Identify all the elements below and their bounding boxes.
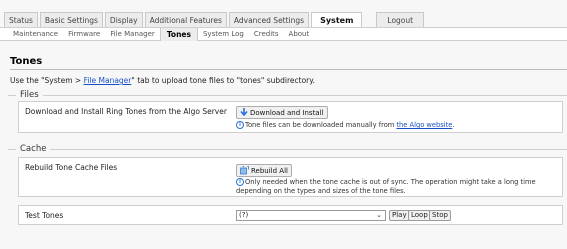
intro-suffix: " tab to upload tone files to "tones" su… — [131, 76, 316, 85]
subtab-file-manager[interactable]: File Manager — [105, 28, 160, 41]
cache-legend: Cache — [16, 144, 51, 154]
subtab-about[interactable]: About — [284, 28, 315, 41]
subtab-firmware[interactable]: Firmware — [63, 28, 105, 41]
tone-select[interactable]: (?) ⌄ — [236, 210, 386, 221]
rebuild-hint: i Only needed when the tone cache is out … — [236, 178, 556, 196]
intro-text: Use the "System > File Manager" tab to u… — [10, 76, 315, 85]
play-button[interactable]: Play — [389, 210, 410, 221]
subtab-tones[interactable]: Tones — [159, 28, 198, 41]
subtab-maintenance[interactable]: Maintenance — [8, 28, 63, 41]
subtab-system-log[interactable]: System Log — [198, 28, 249, 41]
tab-additional-features[interactable]: Additional Features — [144, 12, 227, 27]
info-icon: i — [236, 121, 244, 129]
download-arrow-icon — [240, 108, 248, 117]
rebuild-icon — [240, 166, 249, 175]
rebuild-all-button[interactable]: Rebuild All — [236, 164, 292, 177]
rebuild-hint-text: Only needed when the tone cache is out o… — [236, 178, 536, 195]
top-navigation: Status Basic Settings Display Additional… — [0, 0, 567, 27]
download-install-button[interactable]: Download and Install — [236, 106, 328, 119]
tone-select-value: (?) — [239, 211, 249, 219]
download-row-label: Download and Install Ring Tones from the… — [25, 107, 227, 116]
algo-website-link[interactable]: the Algo website — [396, 121, 452, 129]
download-row: Download and Install Ring Tones from the… — [18, 101, 563, 133]
intro-prefix: Use the "System > — [10, 76, 84, 85]
sub-tabs: Maintenance Firmware File Manager Tones … — [8, 28, 314, 41]
subtab-credits[interactable]: Credits — [249, 28, 284, 41]
title-divider — [10, 69, 567, 70]
main-tabs: Status Basic Settings Display Additional… — [4, 12, 425, 27]
chevron-down-icon: ⌄ — [376, 211, 382, 219]
page-title: Tones — [10, 56, 43, 67]
download-hint-suffix: . — [452, 121, 455, 129]
stop-button[interactable]: Stop — [429, 210, 451, 221]
rebuild-all-label: Rebuild All — [251, 166, 288, 175]
test-tones-row: Test Tones (?) ⌄ Play Loop Stop — [18, 205, 563, 225]
rebuild-row-label: Rebuild Tone Cache Files — [25, 163, 118, 172]
rebuild-row: Rebuild Tone Cache Files Rebuild All i On… — [18, 157, 563, 197]
tab-system[interactable]: System — [311, 12, 363, 27]
files-section: Files — [8, 90, 567, 100]
sub-navigation: Maintenance Firmware File Manager Tones … — [0, 27, 567, 41]
download-hint: i Tone files can be downloaded manually f… — [236, 121, 454, 130]
loop-button[interactable]: Loop — [408, 210, 431, 221]
cache-section: Cache — [8, 144, 567, 154]
download-hint-prefix: Tone files can be downloaded manually fr… — [245, 121, 397, 129]
tab-logout[interactable]: Logout — [376, 12, 425, 27]
tab-basic-settings[interactable]: Basic Settings — [39, 12, 103, 27]
download-install-label: Download and Install — [250, 108, 324, 117]
tab-advanced-settings[interactable]: Advanced Settings — [228, 12, 310, 27]
tab-display[interactable]: Display — [104, 12, 143, 27]
file-manager-link[interactable]: File Manager — [84, 76, 132, 85]
tab-status[interactable]: Status — [4, 12, 38, 27]
info-icon: i — [236, 178, 244, 186]
files-legend: Files — [16, 90, 43, 100]
test-tones-label: Test Tones — [25, 211, 64, 220]
